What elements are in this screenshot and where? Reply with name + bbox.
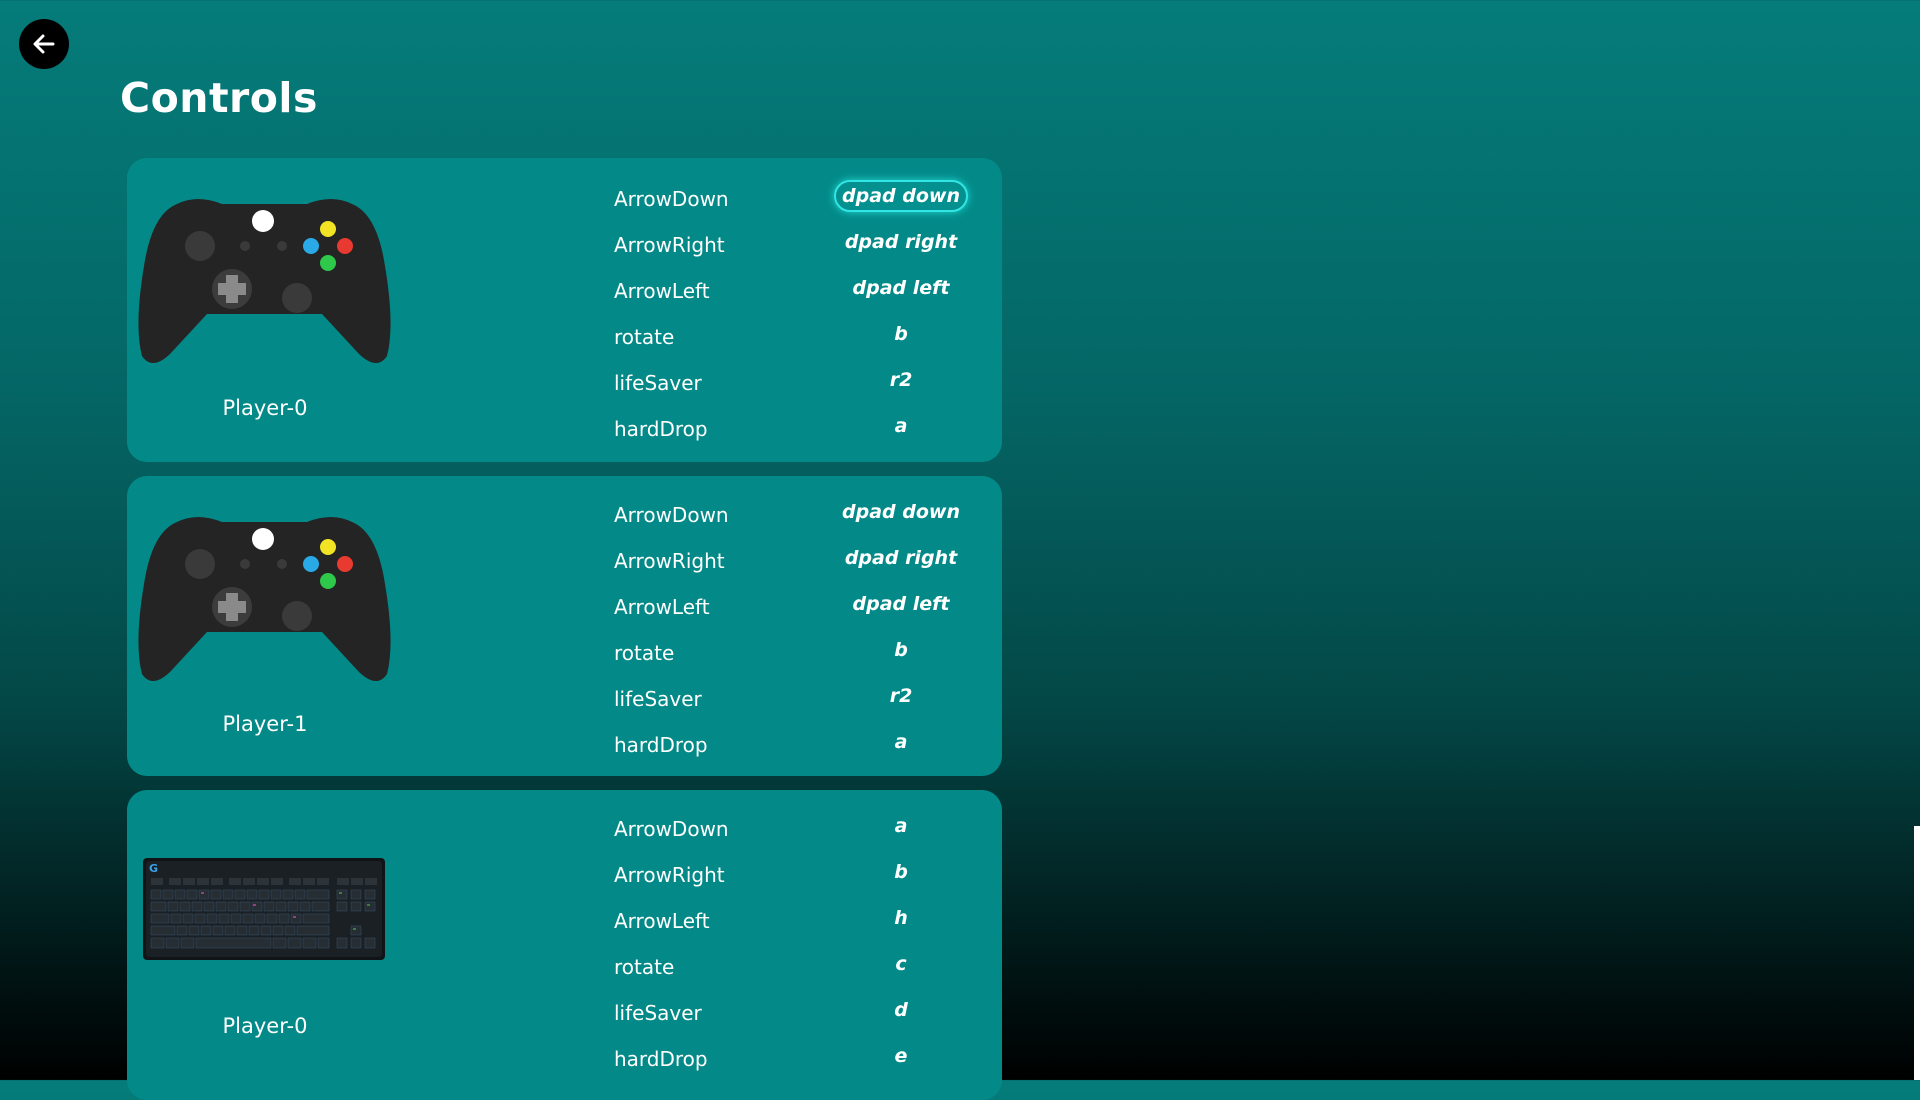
binding-row: hardDrop a xyxy=(614,722,989,768)
binding-key-button[interactable]: dpad down xyxy=(834,496,968,528)
action-label: ArrowDown xyxy=(614,503,729,527)
binding-key-button[interactable]: dpad right xyxy=(834,542,968,574)
action-label: rotate xyxy=(614,641,675,665)
binding-key-button[interactable]: h xyxy=(834,902,968,934)
binding-key-button[interactable]: r2 xyxy=(834,680,968,712)
binding-list: ArrowDown dpad down ArrowRight dpad righ… xyxy=(614,492,989,768)
binding-row: ArrowDown dpad down xyxy=(614,492,989,538)
binding-key-button[interactable]: r2 xyxy=(834,364,968,396)
binding-row: lifeSaver d xyxy=(614,990,989,1036)
binding-key-button[interactable]: dpad left xyxy=(834,588,968,620)
action-label: ArrowRight xyxy=(614,233,725,257)
action-label: ArrowLeft xyxy=(614,909,710,933)
action-label: ArrowDown xyxy=(614,817,729,841)
scrollbar-thumb[interactable] xyxy=(1914,826,1920,1080)
action-label: lifeSaver xyxy=(614,371,702,395)
action-label: lifeSaver xyxy=(614,687,702,711)
gamepad-image xyxy=(137,514,392,684)
action-label: rotate xyxy=(614,325,675,349)
binding-row: hardDrop e xyxy=(614,1036,989,1082)
player-card: Player-1 ArrowDown dpad down ArrowRight … xyxy=(127,476,1002,776)
binding-key-button[interactable]: e xyxy=(834,1040,968,1072)
binding-row: lifeSaver r2 xyxy=(614,360,989,406)
binding-row: ArrowRight dpad right xyxy=(614,538,989,584)
binding-key-button[interactable]: b xyxy=(834,634,968,666)
binding-row: ArrowRight b xyxy=(614,852,989,898)
binding-key-button[interactable]: c xyxy=(834,948,968,980)
player-card: Player-0 ArrowDown dpad down ArrowRight … xyxy=(127,158,1002,462)
binding-key-button[interactable]: b xyxy=(834,318,968,350)
binding-row: rotate c xyxy=(614,944,989,990)
binding-key-button[interactable]: dpad left xyxy=(834,272,968,304)
arrow-left-icon xyxy=(33,34,55,54)
action-label: lifeSaver xyxy=(614,1001,702,1025)
binding-row: ArrowDown a xyxy=(614,806,989,852)
binding-row: rotate b xyxy=(614,630,989,676)
page-title: Controls xyxy=(120,74,318,122)
player-card: G Player-0 ArrowDown a ArrowRight b Arro… xyxy=(127,790,1002,1100)
binding-list: ArrowDown a ArrowRight b ArrowLeft h rot… xyxy=(614,806,989,1082)
binding-row: lifeSaver r2 xyxy=(614,676,989,722)
action-label: ArrowLeft xyxy=(614,595,710,619)
action-label: hardDrop xyxy=(614,417,708,441)
binding-row: ArrowLeft dpad left xyxy=(614,584,989,630)
binding-key-button[interactable]: dpad down xyxy=(834,180,968,212)
action-label: ArrowRight xyxy=(614,863,725,887)
svg-text:G: G xyxy=(149,862,158,875)
player-name: Player-0 xyxy=(222,1014,308,1038)
binding-key-button[interactable]: dpad right xyxy=(834,226,968,258)
binding-key-button[interactable]: a xyxy=(834,410,968,442)
player-name: Player-0 xyxy=(222,396,308,420)
keyboard-image: G xyxy=(143,858,385,960)
binding-key-button[interactable]: a xyxy=(834,726,968,758)
binding-key-button[interactable]: d xyxy=(834,994,968,1026)
back-button[interactable] xyxy=(19,19,69,69)
action-label: hardDrop xyxy=(614,733,708,757)
action-label: ArrowDown xyxy=(614,187,729,211)
binding-row: rotate b xyxy=(614,314,989,360)
binding-row: ArrowRight dpad right xyxy=(614,222,989,268)
gamepad-image xyxy=(137,196,392,366)
action-label: ArrowLeft xyxy=(614,279,710,303)
binding-row: ArrowLeft h xyxy=(614,898,989,944)
action-label: rotate xyxy=(614,955,675,979)
binding-row: ArrowDown dpad down xyxy=(614,176,989,222)
action-label: ArrowRight xyxy=(614,549,725,573)
binding-key-button[interactable]: a xyxy=(834,810,968,842)
player-name: Player-1 xyxy=(222,712,308,736)
binding-row: hardDrop a xyxy=(614,406,989,452)
action-label: hardDrop xyxy=(614,1047,708,1071)
binding-list: ArrowDown dpad down ArrowRight dpad righ… xyxy=(614,176,989,452)
binding-row: ArrowLeft dpad left xyxy=(614,268,989,314)
binding-key-button[interactable]: b xyxy=(834,856,968,888)
